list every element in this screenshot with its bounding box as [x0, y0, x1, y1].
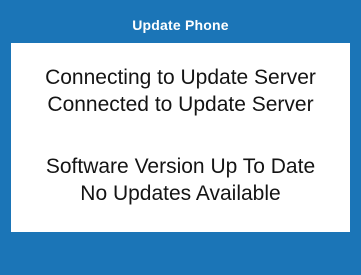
update-phone-screen: Update Phone Connecting to Update Server…: [0, 0, 361, 275]
status-message-connecting: Connecting to Update Server: [45, 66, 316, 89]
softkey-bar: [11, 232, 350, 263]
dialog-title: Update Phone: [132, 17, 229, 33]
status-message-connected: Connected to Update Server: [47, 93, 314, 116]
status-message-no-updates: No Updates Available: [80, 182, 281, 205]
status-panel: Connecting to Update Server Connected to…: [11, 43, 350, 232]
status-message-up-to-date: Software Version Up To Date: [45, 155, 316, 178]
